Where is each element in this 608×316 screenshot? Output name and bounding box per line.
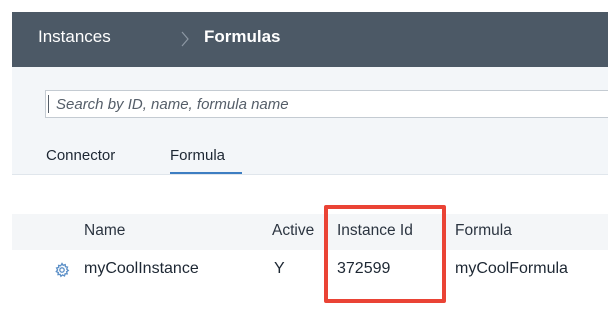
table-row[interactable]: myCoolInstance Y 372599 myCoolFormula xyxy=(12,251,608,289)
tab-connector[interactable]: Connector xyxy=(46,147,115,164)
cell-active: Y xyxy=(274,260,285,277)
filter-panel: Connector Formula xyxy=(12,67,608,175)
text-cursor xyxy=(48,95,49,113)
breadcrumb-instances-link[interactable]: Instances xyxy=(38,27,111,47)
search-input[interactable] xyxy=(45,90,608,118)
table-header: Name Active Instance Id Formula xyxy=(12,214,608,250)
column-header-active[interactable]: Active xyxy=(272,222,314,240)
column-header-formula[interactable]: Formula xyxy=(455,222,512,240)
active-tab-indicator xyxy=(170,172,242,174)
column-header-name[interactable]: Name xyxy=(84,222,125,240)
tab-formula[interactable]: Formula xyxy=(170,147,225,164)
breadcrumb-current: Formulas xyxy=(204,27,281,46)
app-screen: Instances Formulas Connector Formula Nam… xyxy=(12,12,608,316)
chevron-right-icon xyxy=(181,31,189,47)
top-bar: Instances Formulas xyxy=(12,12,608,67)
cell-name[interactable]: myCoolInstance xyxy=(84,260,199,278)
gear-icon[interactable] xyxy=(54,262,70,278)
instances-table: Name Active Instance Id Formula myCoolIn… xyxy=(12,214,608,304)
instance-id-highlight-box xyxy=(324,205,446,303)
cell-formula[interactable]: myCoolFormula xyxy=(455,260,568,278)
